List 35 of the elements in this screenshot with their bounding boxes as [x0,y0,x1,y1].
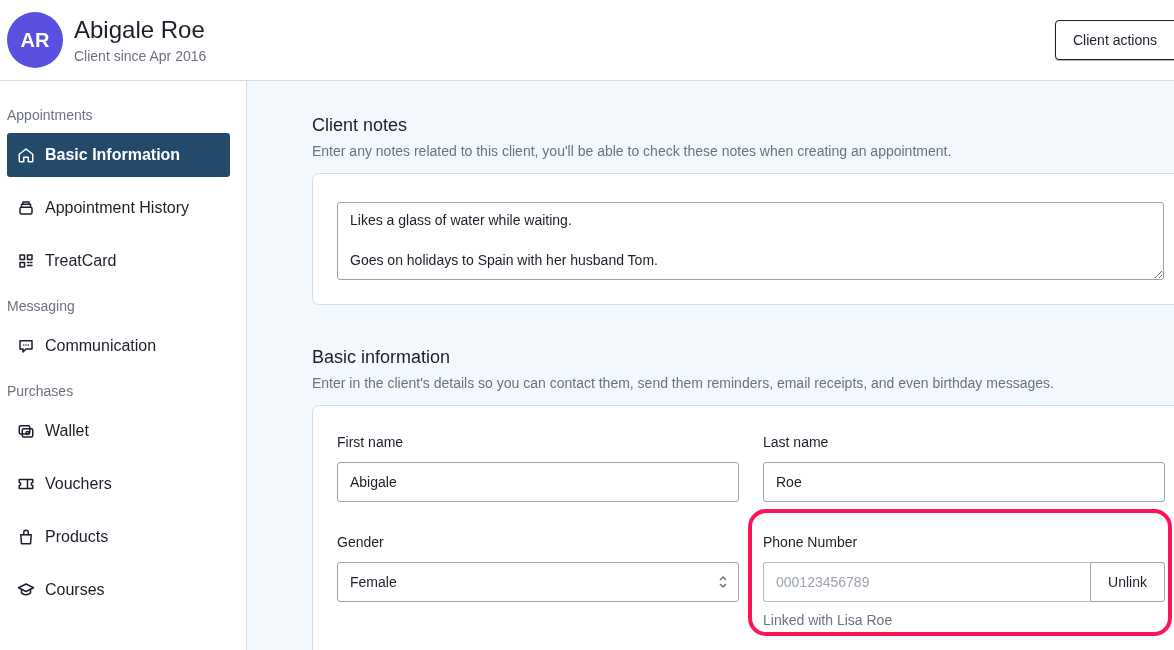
sidebar-item[interactable]: Vouchers [7,462,230,506]
section-description: Enter any notes related to this client, you'll be able to check these notes when creating an appointment. [312,143,953,161]
sidebar-item[interactable]: TreatCard [7,239,230,283]
client-since: Client since Apr 2016 [74,48,208,64]
stack-icon [17,199,35,217]
qr-code-icon [17,252,35,270]
chat-bubble-icon [17,337,35,355]
sidebar-item[interactable]: Courses [7,568,230,612]
sidebar-item[interactable]: Basic Information [7,133,230,177]
group-label: Appointments [7,107,94,125]
sidebar-item[interactable]: Appointment History [7,186,230,230]
group-label: Purchases [7,383,75,401]
avatar: AR [7,12,63,68]
section-title: Basic information [312,347,452,369]
field-label: First name [337,434,405,452]
group-label: Messaging [7,298,76,316]
gender-select[interactable]: Female [337,562,739,602]
text-field[interactable]: Abigale [337,462,739,502]
wallet-icon [17,422,35,440]
home-icon [17,146,35,164]
linked-hint: Linked with Lisa Roe [763,612,894,628]
field-label: Last name [763,434,830,452]
field-label: Phone Number [763,534,859,552]
sidebar-item[interactable]: Products [7,515,230,559]
shopping-bag-icon [17,528,35,546]
client-name: Abigale Roe [74,16,206,44]
section-title: Client notes [312,115,409,137]
client-actions-button[interactable]: Client actions [1055,20,1174,60]
field-label: Gender [337,534,385,552]
notes-field[interactable]: Likes a glass of water while waiting. Goes on holidays to Spain with her husband Tom. [337,202,1164,280]
text-field[interactable]: Roe [763,462,1165,502]
sidebar-item[interactable]: Communication [7,324,230,368]
sidebar-item[interactable]: Wallet [7,409,230,453]
section-description: Enter in the client's details so you can contact them, send them reminders, email receipts, and even birthday messages. [312,375,1055,393]
sort-chevrons-icon [718,575,728,589]
